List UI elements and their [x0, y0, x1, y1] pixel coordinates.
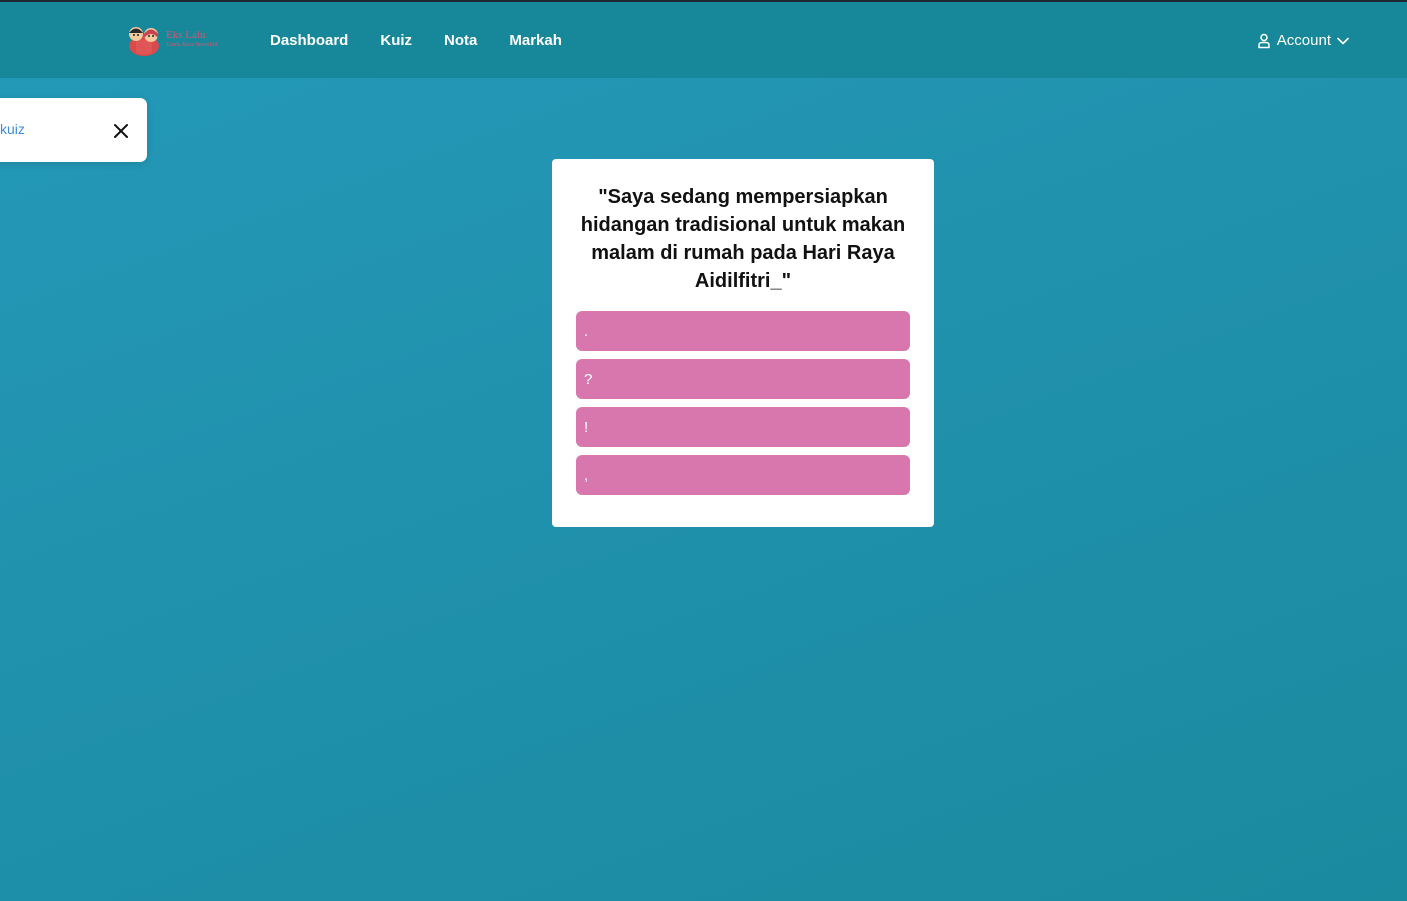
main-nav: Dashboard Kuiz Nota Markah: [270, 32, 562, 49]
nav-markah[interactable]: Markah: [509, 32, 562, 49]
quiz-card: "Saya sedang mempersiapkan hidangan trad…: [552, 159, 934, 527]
nav-dashboard[interactable]: Dashboard: [270, 32, 348, 49]
user-icon: [1257, 33, 1271, 49]
nav-nota[interactable]: Nota: [444, 32, 477, 49]
quiz-question: "Saya sedang mempersiapkan hidangan trad…: [580, 186, 906, 292]
logo-subtitle: Tanda Baca Interaktif: [166, 42, 218, 48]
chevron-down-icon: [1337, 37, 1349, 45]
logo[interactable]: Eks Lalu Tanda Baca Interaktif: [126, 24, 236, 58]
answer-option-comma[interactable]: ,: [576, 455, 910, 495]
answer-option-question-mark[interactable]: ?: [576, 359, 910, 399]
answer-options: . ? ! ,: [576, 311, 910, 503]
toast-message: kuiz: [0, 121, 25, 137]
navbar: Eks Lalu Tanda Baca Interaktif Dashboard…: [0, 2, 1407, 78]
account-menu[interactable]: Account: [1257, 32, 1349, 49]
notification-toast: kuiz: [0, 98, 147, 162]
logo-mascot-icon: [129, 27, 159, 56]
account-label: Account: [1276, 32, 1331, 49]
answer-option-period[interactable]: .: [576, 311, 910, 351]
logo-title: Eks Lalu: [166, 29, 206, 41]
nav-kuiz[interactable]: Kuiz: [380, 32, 412, 49]
answer-option-exclamation[interactable]: !: [576, 407, 910, 447]
close-icon[interactable]: [112, 122, 130, 140]
